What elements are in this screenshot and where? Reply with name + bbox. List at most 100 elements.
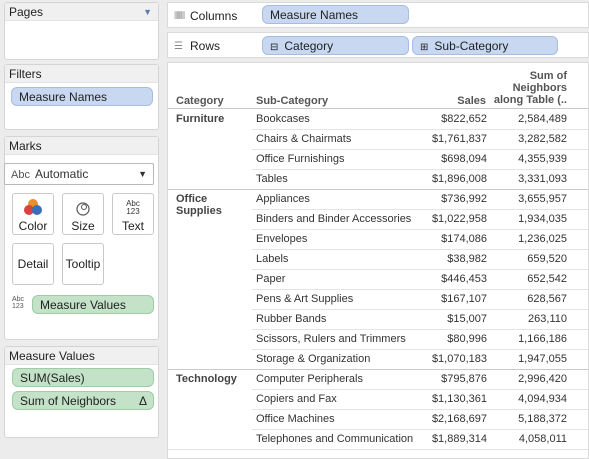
sales-cell: $1,761,837 (431, 133, 487, 145)
subcategory-cell: Appliances (256, 193, 310, 205)
measure-values-title: Measure Values (5, 347, 158, 365)
sum-sales-pill[interactable]: SUM(Sales) (12, 368, 154, 387)
row-divider (252, 149, 588, 150)
size-label: Size (71, 219, 95, 233)
color-label: Color (18, 219, 48, 233)
collapse-icon[interactable]: ⊟ (270, 42, 278, 53)
mark-type-dropdown[interactable]: Abc Automatic ▼ (4, 163, 154, 185)
subcategory-cell: Envelopes (256, 233, 308, 245)
neighbors-cell: 1,947,055 (518, 353, 567, 365)
row-divider (252, 129, 588, 130)
subcategory-cell: Storage & Organization (256, 353, 371, 365)
group-divider (168, 189, 588, 190)
rows-category-pill[interactable]: ⊟ Category (262, 36, 409, 55)
color-button[interactable]: Color (12, 193, 54, 235)
subcategory-cell: Labels (256, 253, 289, 265)
neighbors-cell: 5,188,372 (518, 413, 567, 425)
subcategory-cell: Scissors, Rulers and Trimmers (256, 333, 406, 345)
row-divider (252, 289, 588, 290)
subcategory-cell: Telephones and Communication (256, 433, 414, 445)
neighbors-cell: 4,355,939 (518, 153, 567, 165)
sales-cell: $822,652 (441, 113, 487, 125)
expand-icon[interactable]: ⊞ (420, 42, 428, 53)
table-calc-delta-icon: Δ (138, 394, 147, 408)
marks-measure-values-pill[interactable]: Measure Values (32, 295, 154, 314)
neighbors-cell: 4,058,011 (518, 433, 567, 445)
row-divider (252, 209, 588, 210)
abc-123-icon: Abc 123 (126, 199, 140, 216)
detail-button[interactable]: Detail (12, 243, 54, 285)
sales-cell: $80,996 (447, 333, 487, 345)
group-divider (168, 369, 588, 370)
filters-title: Filters (5, 65, 158, 83)
subcategory-cell: Office Furnishings (256, 153, 345, 165)
neighbors-cell: 652,542 (527, 273, 567, 285)
sum-of-neighbors-label: Sum of Neighbors (20, 394, 117, 408)
neighbors-cell: 263,110 (528, 313, 567, 325)
text-encoding-icon: Abc 123 (12, 296, 25, 310)
neighbors-cell: 4,094,934 (518, 393, 567, 405)
sales-cell: $1,889,314 (431, 433, 487, 445)
size-button[interactable]: Size (62, 193, 104, 235)
neighbors-cell: 3,655,957 (518, 193, 567, 205)
subcategory-cell: Computer Peripherals (256, 373, 363, 385)
sales-cell: $2,168,697 (431, 413, 487, 425)
row-divider (252, 349, 588, 350)
rows-label: Rows (190, 39, 221, 53)
sales-cell: $174,086 (441, 233, 487, 245)
row-divider (252, 389, 588, 390)
text-button[interactable]: Abc 123 Text (112, 193, 154, 235)
rows-category-label: Category (284, 39, 334, 53)
neighbors-cell: 628,567 (527, 293, 567, 305)
text-label: Text (121, 219, 144, 233)
category-cell: Office Supplies (176, 193, 222, 217)
rows-subcategory-label: Sub-Category (434, 39, 509, 53)
sales-cell: $167,107 (441, 293, 487, 305)
color-icon (13, 197, 53, 219)
sales-cell: $446,453 (441, 273, 487, 285)
neighbors-cell: 2,584,489 (518, 113, 567, 125)
abc-icon: Abc (11, 169, 30, 181)
header-sales: Sales (457, 95, 486, 107)
row-divider (252, 169, 588, 170)
subcategory-cell: Office Machines (256, 413, 335, 425)
sales-cell: $1,022,958 (431, 213, 487, 225)
category-cell: Furniture (176, 113, 225, 125)
columns-label: Columns (190, 9, 238, 23)
subcategory-cell: Tables (256, 173, 288, 185)
header-sum-of-neighbors: Sum of Neighbors along Table (.. (493, 70, 567, 106)
sum-of-neighbors-pill[interactable]: Sum of Neighbors Δ (12, 391, 154, 410)
neighbors-cell: 1,166,186 (518, 333, 567, 345)
tooltip-button[interactable]: Tooltip (62, 243, 104, 285)
header-subcategory: Sub-Category (256, 95, 329, 107)
columns-measure-names-pill[interactable]: Measure Names (262, 5, 409, 24)
sales-cell: $795,876 (441, 373, 487, 385)
neighbors-cell: 2,996,420 (518, 373, 567, 385)
sales-cell: $1,070,183 (431, 353, 487, 365)
rows-subcategory-pill[interactable]: ⊞ Sub-Category (412, 36, 558, 55)
subcategory-cell: Binders and Binder Accessories (256, 213, 412, 225)
category-cell: Technology (176, 373, 237, 385)
row-divider (252, 329, 588, 330)
row-divider (252, 229, 588, 230)
subcategory-cell: Paper (256, 273, 286, 285)
subcategory-cell: Chairs & Chairmats (256, 133, 352, 145)
subcategory-cell: Bookcases (256, 113, 310, 125)
chevron-down-icon: ▼ (138, 169, 147, 179)
neighbors-cell: 3,282,582 (518, 133, 567, 145)
size-icon (63, 197, 103, 219)
row-divider (252, 429, 588, 430)
neighbors-cell: 1,934,035 (518, 213, 567, 225)
filters-card: Filters Measure Names (4, 64, 159, 130)
row-divider (252, 249, 588, 250)
subcategory-cell: Copiers and Fax (256, 393, 337, 405)
filter-measure-names-pill[interactable]: Measure Names (11, 87, 153, 106)
marks-title: Marks (5, 137, 158, 155)
subcategory-cell: Rubber Bands (256, 313, 327, 325)
sales-cell: $698,094 (441, 153, 487, 165)
pages-menu-icon[interactable]: ▼ (143, 7, 152, 17)
row-divider (252, 309, 588, 310)
columns-icon: ⦀⦀⦀ (174, 11, 185, 22)
header-category: Category (176, 95, 224, 107)
rows-icon: ☰ (174, 41, 183, 52)
